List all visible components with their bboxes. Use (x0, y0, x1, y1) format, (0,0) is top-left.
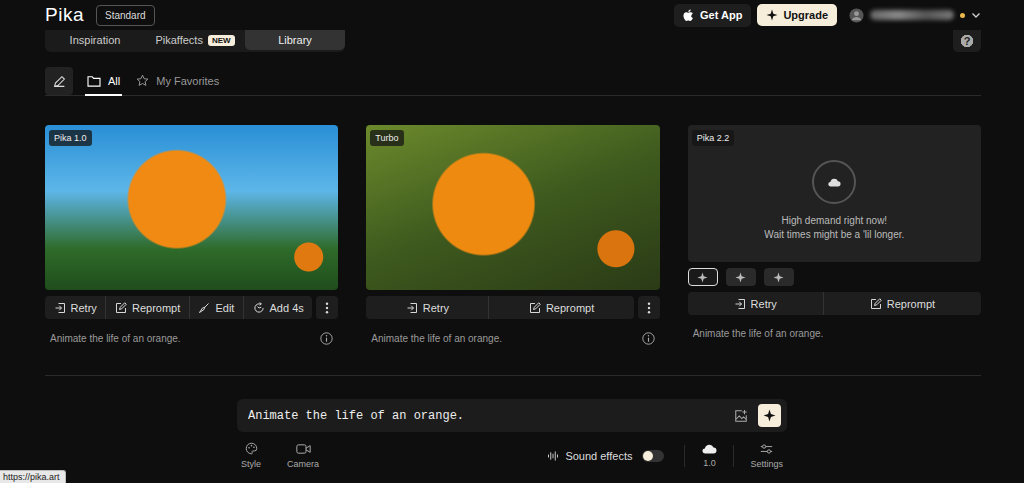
model-badge: Pika 1.0 (49, 130, 92, 146)
folder-icon (87, 75, 101, 87)
card-actions: Retry Reprompt Edit Add 4s (45, 296, 312, 319)
video-card: Turbo Retry Reprompt Animate the life of… (366, 125, 659, 345)
video-card: Pika 2.2 High demand right now!Wait time… (688, 125, 981, 345)
prompt-bar: Animate the life of an orange. (237, 399, 787, 432)
filter-bar: All My Favorites (45, 67, 981, 96)
variant-button[interactable] (726, 268, 756, 286)
apple-icon (683, 9, 695, 22)
sound-effects-toggle[interactable] (642, 450, 664, 462)
reprompt-icon (529, 302, 541, 314)
sparkle-icon (763, 409, 776, 422)
upgrade-button[interactable]: Upgrade (757, 4, 837, 26)
generate-button[interactable] (758, 404, 781, 427)
variant-button[interactable] (764, 268, 794, 286)
prompt-text: Animate the life of an orange. (371, 333, 502, 344)
sparkle-icon (773, 272, 784, 283)
prompt-text: Animate the life of an orange. (693, 328, 824, 339)
toolbar-button[interactable]: Camera (283, 443, 323, 469)
reprompt-icon (115, 302, 127, 314)
more-button[interactable] (638, 296, 660, 319)
cloud-icon (701, 443, 717, 454)
help-button[interactable]: ? (953, 30, 981, 52)
model-badge: Pika 2.2 (692, 130, 735, 146)
card-actions: Retry Reprompt (366, 296, 633, 319)
sound-wave-icon (547, 450, 559, 462)
more-button[interactable] (316, 296, 338, 319)
chevron-down-icon (971, 10, 981, 20)
more-vertical-icon (647, 302, 651, 314)
edit-button[interactable] (45, 67, 73, 95)
nav-tab[interactable]: Inspiration (45, 30, 145, 50)
logo[interactable]: Pika (45, 4, 84, 26)
palette-icon (245, 442, 258, 455)
link-status-tooltip: https://pika.art (0, 470, 66, 483)
plan-badge: Standard (96, 5, 155, 26)
variant-button[interactable] (688, 268, 718, 286)
filter-tab[interactable]: My Favorites (134, 67, 221, 96)
brush-icon (198, 302, 210, 314)
info-icon[interactable] (642, 332, 655, 345)
variant-picker (688, 268, 981, 286)
reprompt-icon (870, 298, 882, 310)
video-grid: Pika 1.0 Retry Reprompt Edit Add 4s Anim… (45, 125, 981, 345)
library-page: Pika Standard Get App Upgrade Inspiratio… (0, 0, 1024, 483)
action-button[interactable]: Reprompt (823, 292, 981, 315)
action-button[interactable]: Retry (366, 296, 488, 319)
nav-tab[interactable]: Pikaffects NEW (145, 30, 245, 50)
new-badge: NEW (208, 35, 235, 46)
username-blurred (870, 10, 954, 20)
action-button[interactable]: Retry (45, 296, 105, 319)
action-button[interactable]: Reprompt (105, 296, 188, 319)
prompt-text: Animate the life of an orange. (50, 333, 181, 344)
extend-icon (253, 302, 265, 314)
model-selector[interactable]: 1.0 (697, 443, 721, 468)
status-text: High demand right now! (764, 214, 904, 228)
get-app-button[interactable]: Get App (674, 4, 751, 27)
video-frame[interactable]: Pika 1.0 (45, 125, 338, 290)
model-badge: Turbo (370, 130, 403, 146)
top-bar: Pika Standard Get App Upgrade (0, 0, 1024, 30)
action-button[interactable]: Reprompt (488, 296, 633, 319)
image-upload-icon[interactable] (734, 409, 748, 423)
avatar-icon (849, 8, 864, 23)
card-actions: Retry Reprompt (688, 292, 981, 315)
toolbar-button[interactable]: Style (237, 442, 265, 469)
status-text: Wait times might be a 'lil longer. (764, 228, 904, 242)
nav-tab[interactable]: Library (245, 30, 345, 50)
filter-tab[interactable]: All (85, 67, 122, 96)
more-vertical-icon (325, 302, 329, 314)
star-icon (136, 74, 149, 87)
video-camera-icon (296, 443, 311, 455)
info-icon[interactable] (320, 332, 333, 345)
pencil-icon (53, 75, 66, 88)
prompt-input[interactable]: Animate the life of an orange. (248, 409, 724, 423)
sparkle-icon (766, 9, 778, 21)
nav-tabs: Inspiration Pikaffects NEWLibrary (45, 30, 345, 52)
video-card: Pika 1.0 Retry Reprompt Edit Add 4s Anim… (45, 125, 338, 345)
sparkle-icon (697, 272, 708, 283)
video-frame[interactable]: Turbo (366, 125, 659, 290)
account-menu[interactable] (849, 8, 981, 23)
status-dot (960, 13, 965, 18)
loading-cloud-icon (812, 160, 856, 204)
settings-button[interactable]: Settings (746, 443, 787, 469)
action-button[interactable]: Edit (189, 296, 243, 319)
retry-icon (406, 302, 418, 314)
sparkle-icon (735, 272, 746, 283)
sliders-icon (760, 443, 773, 455)
pending-frame: Pika 2.2 High demand right now!Wait time… (688, 125, 981, 262)
prompt-toolbar: Style Camera Sound effects 1.0 Settings (237, 442, 787, 469)
action-button[interactable]: Add 4s (243, 296, 312, 319)
action-button[interactable]: Retry (688, 292, 823, 315)
retry-icon (734, 298, 746, 310)
sound-effects: Sound effects (547, 450, 664, 462)
retry-icon (54, 302, 66, 314)
